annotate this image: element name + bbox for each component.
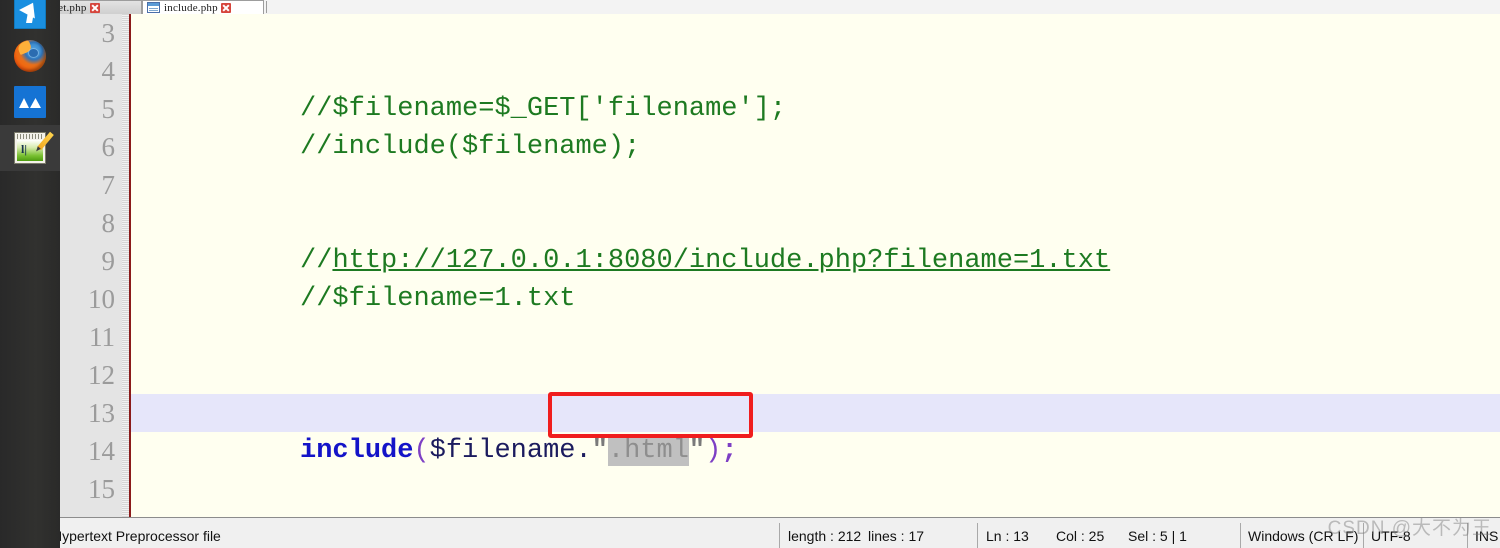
line-number: 12 bbox=[88, 360, 115, 390]
firefox-icon bbox=[14, 40, 46, 72]
status-length: length : 212 bbox=[788, 528, 862, 544]
code-line-5[interactable]: //include($filename); bbox=[131, 90, 1500, 162]
blue-arrow-app-icon bbox=[14, 0, 46, 29]
code-line-14[interactable] bbox=[131, 432, 1500, 470]
code-line-11[interactable] bbox=[131, 318, 1500, 356]
code-line-3[interactable] bbox=[131, 14, 1500, 52]
code-line-16[interactable] bbox=[131, 508, 1500, 517]
line-number: 5 bbox=[101, 94, 116, 124]
code-line-4[interactable]: //$filename=$_GET['filename']; bbox=[131, 52, 1500, 124]
status-divider bbox=[977, 523, 978, 548]
code-line-9[interactable]: //$filename=1.txt bbox=[131, 242, 1500, 314]
status-sel: Sel : 5 | 1 bbox=[1128, 528, 1187, 544]
line-number: 9 bbox=[101, 246, 116, 276]
line-number: 13 bbox=[88, 398, 115, 428]
status-ln: Ln : 13 bbox=[986, 528, 1029, 544]
notepad-plus-plus-icon: l| bbox=[14, 131, 54, 164]
code-line-13[interactable]: include($filename.".html"); bbox=[131, 394, 1500, 466]
line-number: 7 bbox=[101, 170, 116, 200]
close-icon[interactable] bbox=[89, 2, 100, 13]
line-number: 16 bbox=[60, 508, 115, 517]
status-file-type: Hypertext Preprocessor file bbox=[52, 528, 221, 544]
line-number: 6 bbox=[101, 132, 116, 162]
taskbar-item-app-blue-arrow[interactable] bbox=[0, 0, 60, 36]
code-line-8[interactable]: //http://127.0.0.1:8080/include.php?file… bbox=[131, 204, 1500, 276]
line-number: 14 bbox=[88, 436, 115, 466]
code-line-7[interactable] bbox=[131, 166, 1500, 204]
status-col: Col : 25 bbox=[1056, 528, 1105, 544]
taskbar-item-notepad-plus-plus[interactable]: l| bbox=[0, 125, 60, 171]
tab-separator bbox=[266, 1, 267, 13]
code-folding-column[interactable] bbox=[122, 14, 129, 517]
editor-tab-bar: rf_get.php include.php bbox=[60, 0, 1500, 15]
tab-rf_get-php[interactable]: rf_get.php bbox=[60, 0, 142, 14]
code-line-12[interactable]: $filename=$_GET['filename']; bbox=[131, 356, 1500, 428]
tab-label: rf_get.php bbox=[60, 1, 87, 14]
code-editor[interactable]: 3 4 5 6 7 8 9 10 11 12 13 14 15 16 bbox=[60, 14, 1500, 517]
code-content[interactable]: //$filename=$_GET['filename']; //include… bbox=[131, 14, 1500, 517]
tab-label: include.php bbox=[164, 1, 218, 14]
taskbar-item-firefox[interactable] bbox=[0, 33, 60, 79]
status-lines: lines : 17 bbox=[868, 528, 925, 544]
screenshot-root: l| rf_get.php include.php 3 4 bbox=[0, 0, 1500, 548]
line-number: 4 bbox=[101, 56, 116, 86]
line-number: 11 bbox=[89, 322, 115, 352]
line-number: 3 bbox=[101, 18, 116, 48]
code-line-15[interactable] bbox=[131, 470, 1500, 508]
code-line-10[interactable] bbox=[131, 280, 1500, 318]
windows-taskbar: l| bbox=[0, 0, 60, 548]
taskbar-item-app-blue-peaks[interactable] bbox=[0, 79, 60, 125]
line-number: 15 bbox=[88, 474, 115, 504]
line-number: 8 bbox=[101, 208, 116, 238]
blue-peaks-app-icon bbox=[14, 86, 46, 118]
line-number: 10 bbox=[88, 284, 115, 314]
line-number-gutter: 3 4 5 6 7 8 9 10 11 12 13 14 15 16 bbox=[60, 14, 122, 517]
close-icon[interactable] bbox=[220, 2, 231, 13]
php-document-icon bbox=[147, 2, 160, 13]
notepad-plus-plus-window: rf_get.php include.php 3 4 5 6 7 8 9 10 bbox=[52, 0, 1500, 548]
code-line-6[interactable] bbox=[131, 128, 1500, 166]
status-divider bbox=[1240, 523, 1241, 548]
status-divider bbox=[779, 523, 780, 548]
status-bar: Hypertext Preprocessor file length : 212… bbox=[52, 521, 1500, 548]
csdn-watermark: CSDN @大不为王 bbox=[1327, 518, 1492, 539]
tab-include-php[interactable]: include.php bbox=[142, 0, 264, 14]
